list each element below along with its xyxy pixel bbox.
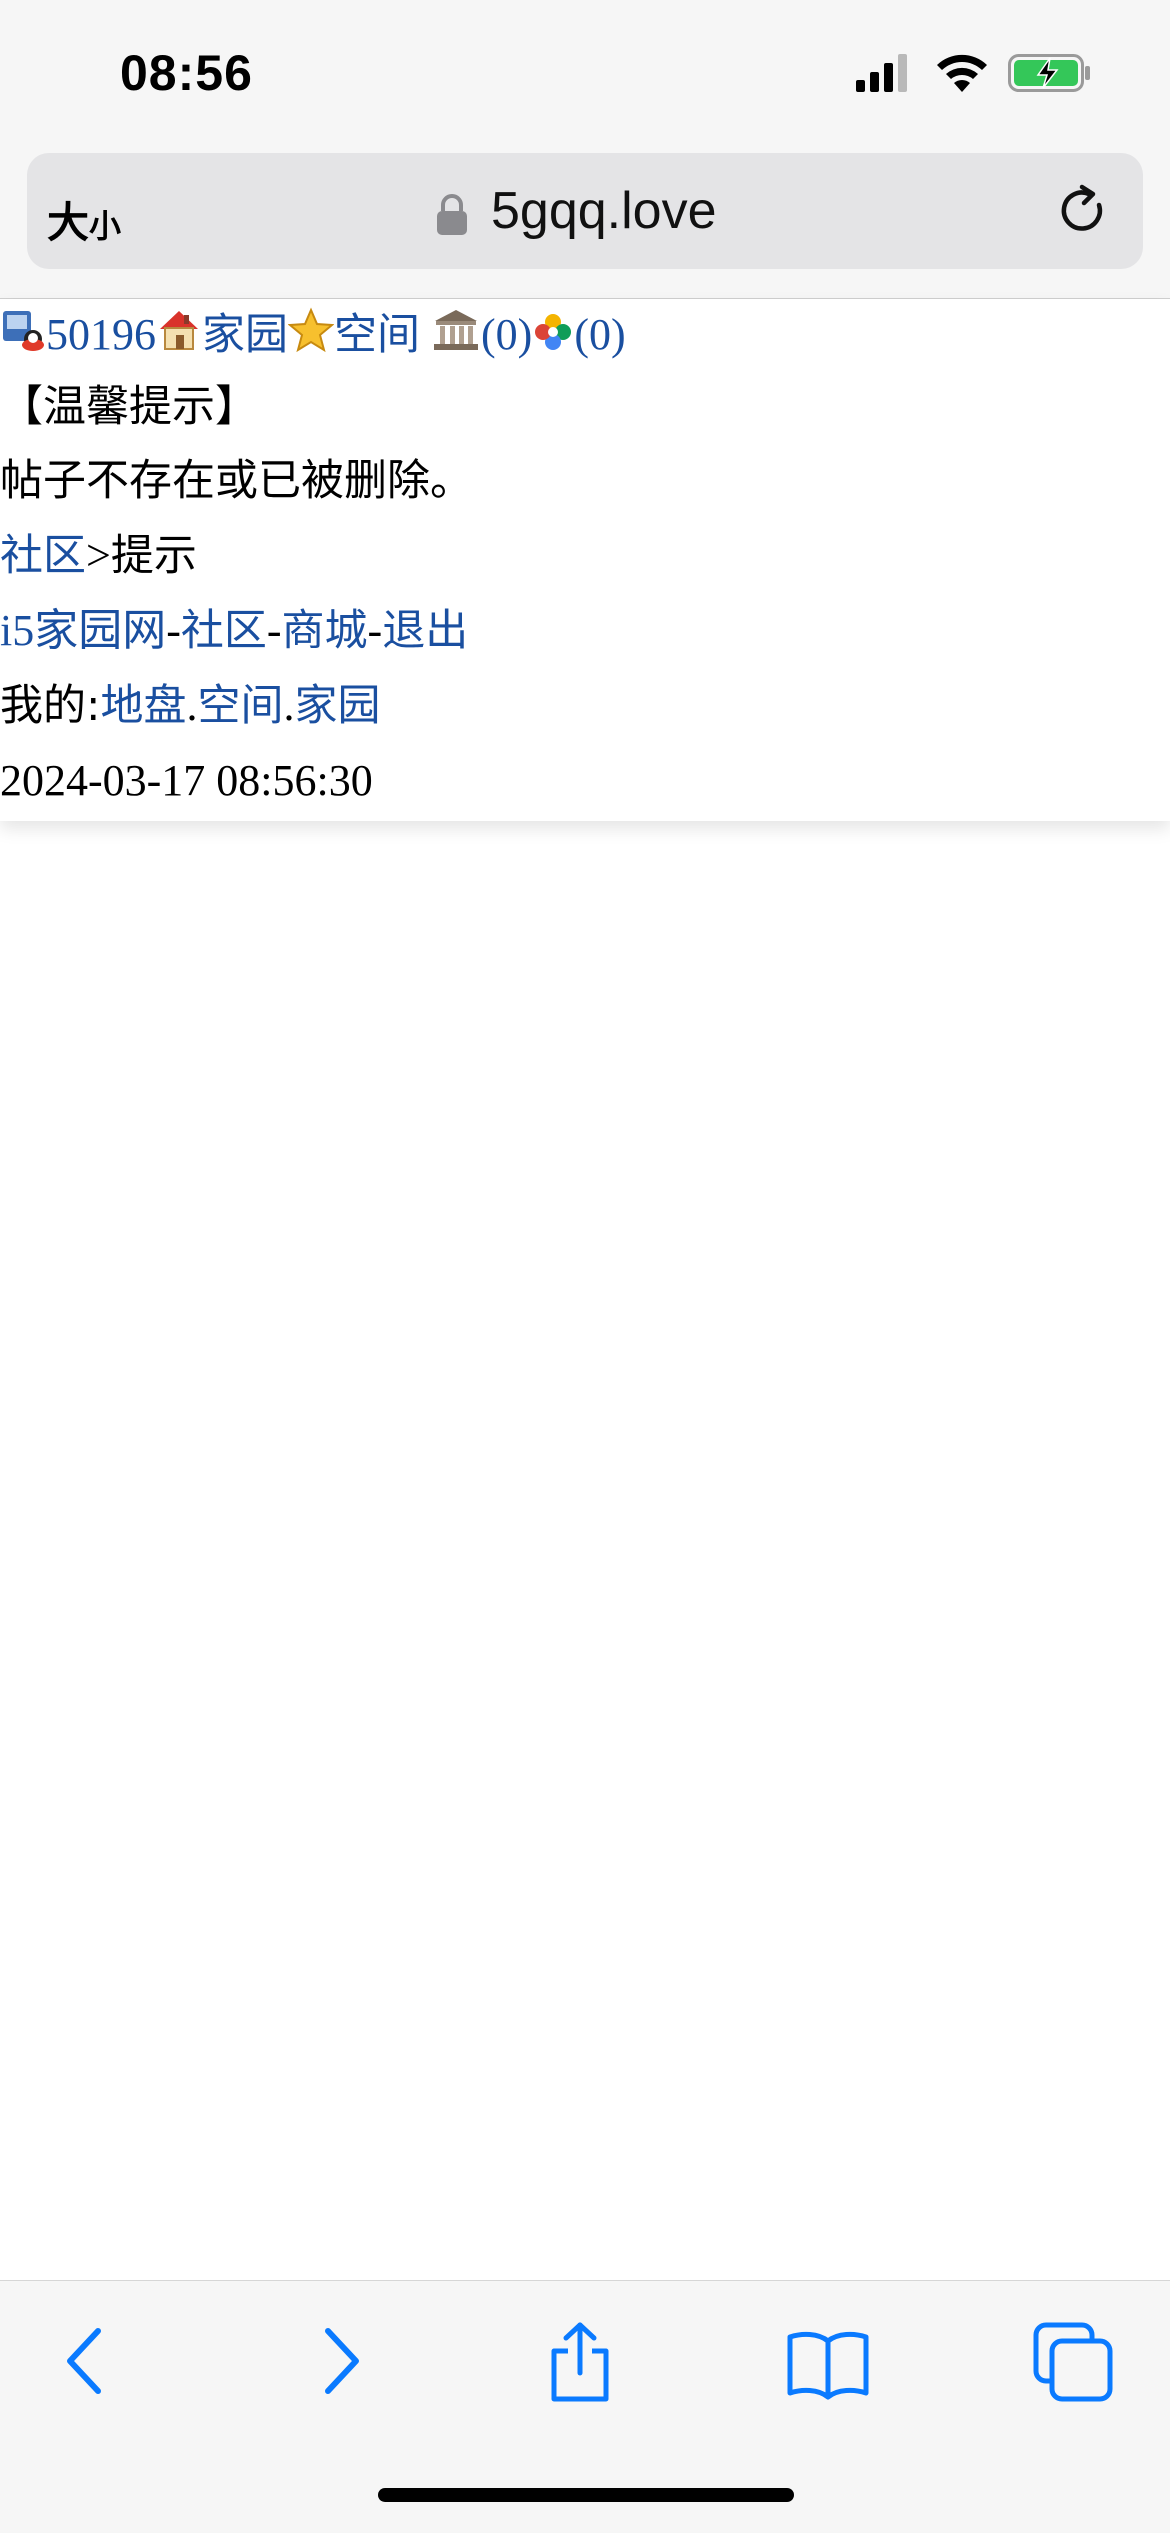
bookmarks-icon[interactable] xyxy=(784,2321,872,2410)
home-indicator[interactable] xyxy=(378,2488,794,2502)
battery-charging-icon xyxy=(1008,52,1092,99)
bank-count-link[interactable]: (0) xyxy=(481,310,532,359)
photo-wheel-icon xyxy=(532,309,574,369)
text-size-button[interactable]: 大小 xyxy=(47,189,121,250)
browser-chrome: 大小 5gqq.love xyxy=(0,150,1170,299)
back-icon[interactable] xyxy=(58,2321,114,2406)
home-link[interactable]: 家园 xyxy=(202,310,288,360)
lock-icon xyxy=(435,193,469,242)
mall-link[interactable]: 商城 xyxy=(282,606,368,656)
footer-links: i5家园网-社区-商城-退出 xyxy=(0,601,468,661)
my-links: 我的:地盘.空间.家园 xyxy=(0,676,381,736)
notice-title: 【温馨提示】 xyxy=(0,382,258,432)
address-bar[interactable]: 大小 5gqq.love xyxy=(27,153,1143,269)
dot-separator: . xyxy=(283,681,295,730)
star-icon xyxy=(287,307,335,369)
reload-icon[interactable] xyxy=(1055,183,1111,244)
site-home-link[interactable]: i5家园网 xyxy=(0,606,166,655)
tabs-icon[interactable] xyxy=(1032,2321,1116,2410)
user-bar: 50196 家园 空间 (0) (0) xyxy=(0,305,626,369)
breadcrumb: 社区>提示 xyxy=(0,526,197,586)
breadcrumb-current: 提示 xyxy=(110,531,197,581)
footer-separator: - xyxy=(266,606,282,655)
dot-separator: . xyxy=(186,681,198,730)
web-page-content: 50196 家园 空间 (0) (0) 【温馨提示】 帖子不存在或已被删除。 社… xyxy=(0,299,1170,821)
bank-icon xyxy=(431,307,481,369)
my-label: 我的: xyxy=(0,681,101,731)
url-domain[interactable]: 5gqq.love xyxy=(491,181,717,241)
status-bar: 08:56 xyxy=(0,0,1170,150)
space-link[interactable]: 空间 xyxy=(334,310,420,360)
footer-separator: - xyxy=(367,606,383,655)
my-space-link[interactable]: 空间 xyxy=(198,681,284,731)
home-icon xyxy=(156,307,202,369)
footer-separator: - xyxy=(166,606,181,655)
share-icon[interactable] xyxy=(544,2321,616,2410)
photo-count-link[interactable]: (0) xyxy=(574,310,625,359)
page-timestamp: 2024-03-17 08:56:30 xyxy=(0,756,373,805)
logout-link[interactable]: 退出 xyxy=(382,606,468,656)
notice-message: 帖子不存在或已被删除。 xyxy=(0,456,473,506)
breadcrumb-separator: > xyxy=(86,531,111,580)
breadcrumb-community-link[interactable]: 社区 xyxy=(0,531,86,581)
community-link[interactable]: 社区 xyxy=(181,606,267,656)
my-home-link[interactable]: 家园 xyxy=(295,681,381,731)
status-time: 08:56 xyxy=(120,45,253,101)
forward-icon[interactable] xyxy=(312,2321,368,2406)
user-id-icon xyxy=(0,307,46,369)
my-land-link[interactable]: 地盘 xyxy=(101,681,187,731)
wifi-icon xyxy=(934,52,990,99)
cellular-signal-icon xyxy=(854,52,914,99)
user-id-link[interactable]: 50196 xyxy=(46,310,156,359)
